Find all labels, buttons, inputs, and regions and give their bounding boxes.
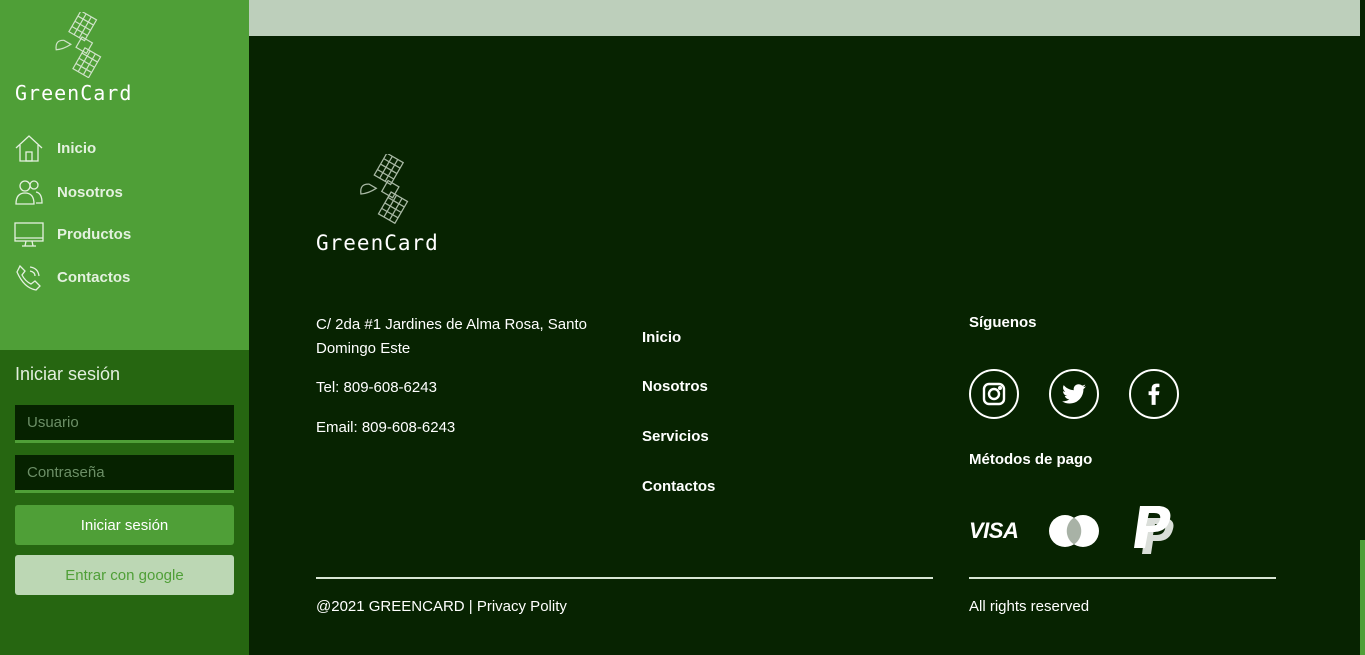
rights-text: All rights reserved bbox=[969, 598, 1090, 615]
sidebar-item-contactos[interactable]: Contactos bbox=[14, 262, 130, 292]
footer-phone: Tel: 809-608-6243 bbox=[316, 379, 437, 396]
top-bar bbox=[249, 0, 1360, 36]
follow-heading: Síguenos bbox=[969, 314, 1037, 331]
footer-link-inicio[interactable]: Inicio bbox=[642, 329, 681, 346]
password-input[interactable] bbox=[15, 455, 234, 493]
sidebar-item-label: Inicio bbox=[57, 139, 97, 157]
footer-divider-left bbox=[316, 577, 933, 579]
instagram-link[interactable] bbox=[969, 369, 1019, 419]
footer-link-contactos[interactable]: Contactos bbox=[642, 478, 715, 495]
payment-heading: Métodos de pago bbox=[969, 451, 1093, 468]
brand-name: GreenCard bbox=[15, 81, 133, 105]
monitor-icon bbox=[14, 222, 44, 247]
footer-link-nosotros[interactable]: Nosotros bbox=[642, 378, 708, 395]
facebook-link[interactable] bbox=[1129, 369, 1179, 419]
sidebar-item-label: Productos bbox=[57, 225, 132, 243]
home-icon bbox=[15, 135, 43, 162]
google-login-button[interactable]: Entrar con google bbox=[15, 555, 234, 595]
sidebar-item-label: Nosotros bbox=[57, 183, 123, 201]
footer-divider-right bbox=[969, 577, 1276, 579]
footer-link-servicios[interactable]: Servicios bbox=[642, 428, 709, 445]
login-panel: Iniciar sesión Iniciar sesión Entrar con… bbox=[0, 350, 249, 655]
users-icon bbox=[15, 180, 43, 205]
mastercard-icon bbox=[1049, 515, 1099, 547]
facebook-icon bbox=[1148, 383, 1160, 405]
satellite-icon bbox=[55, 12, 102, 78]
satellite-icon bbox=[360, 154, 409, 224]
sidebar-nav-panel: GreenCard Inicio Nosotros Productos Cont… bbox=[0, 0, 249, 350]
sidebar-item-label: Contactos bbox=[57, 268, 131, 286]
copyright: @2021 GREENCARD | Privacy Polity bbox=[316, 598, 567, 615]
brand-logo[interactable]: GreenCard bbox=[12, 8, 162, 108]
twitter-link[interactable] bbox=[1049, 369, 1099, 419]
footer-address: C/ 2da #1 Jardines de Alma Rosa, Santo D… bbox=[316, 316, 587, 357]
footer-email: Email: 809-608-6243 bbox=[316, 419, 456, 436]
twitter-icon bbox=[1062, 384, 1086, 404]
paypal-icon bbox=[1134, 506, 1174, 554]
copyright-text: @2021 GREENCARD | bbox=[316, 598, 477, 615]
scrollbar[interactable] bbox=[1360, 540, 1365, 655]
instagram-icon bbox=[982, 382, 1006, 406]
sidebar-item-inicio[interactable]: Inicio bbox=[14, 133, 96, 163]
username-input[interactable] bbox=[15, 405, 234, 443]
sidebar-item-nosotros[interactable]: Nosotros bbox=[14, 177, 123, 207]
footer-logo: GreenCard bbox=[314, 152, 474, 262]
sidebar: GreenCard Inicio Nosotros Productos Cont… bbox=[0, 0, 249, 655]
brand-name: GreenCard bbox=[316, 231, 439, 255]
login-button[interactable]: Iniciar sesión bbox=[15, 505, 234, 545]
login-title: Iniciar sesión bbox=[15, 364, 121, 384]
phone-icon bbox=[16, 264, 41, 291]
visa-logo: VISA bbox=[969, 518, 1019, 543]
sidebar-item-productos[interactable]: Productos bbox=[14, 219, 131, 249]
privacy-link[interactable]: Privacy Polity bbox=[477, 598, 567, 615]
